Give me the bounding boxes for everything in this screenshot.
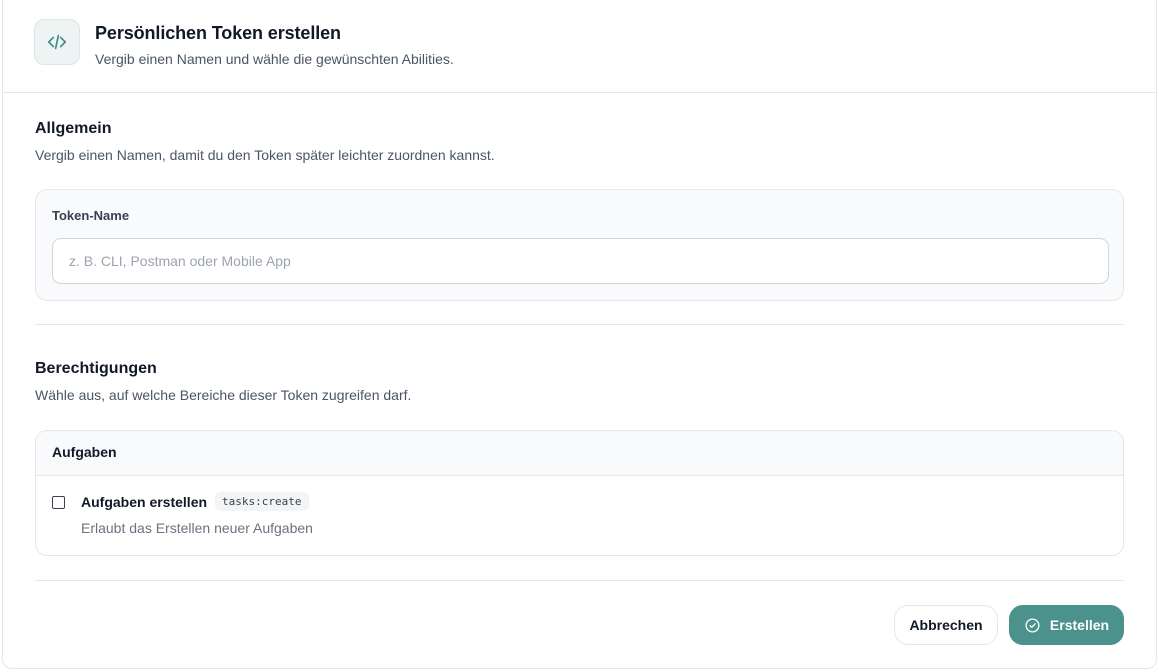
general-title: Allgemein [35,120,112,137]
create-button[interactable]: Erstellen [1009,605,1124,645]
cancel-button[interactable]: Abbrechen [894,605,998,645]
cancel-button-label: Abbrechen [909,617,983,633]
permissions-title: Berechtigungen [35,360,157,377]
code-icon [34,19,80,65]
permissions-subtitle: Wähle aus, auf welche Bereiche dieser To… [35,387,412,403]
dialog-footer: Abbrechen Erstellen [35,581,1124,645]
token-name-input[interactable] [52,238,1109,284]
create-button-label: Erstellen [1049,617,1110,633]
general-section: Allgemein Vergib einen Namen, damit du d… [35,93,1124,301]
general-subtitle: Vergib einen Namen, damit du den Token s… [35,147,495,163]
ability-item: Aufgaben erstellen tasks:create Erlaubt … [36,476,1123,536]
ability-description: Erlaubt das Erstellen neuer Aufgaben [81,520,313,536]
check-circle-icon [1024,617,1041,634]
ability-code-badge: tasks:create [215,492,309,511]
permission-group-title: Aufgaben [36,431,1123,476]
permissions-section: Berechtigungen Wähle aus, auf welche Ber… [35,325,1124,556]
dialog-title: Persönlichen Token erstellen [95,23,341,43]
token-name-label: Token-Name [52,208,130,223]
ability-checkbox[interactable] [52,496,65,509]
permission-group-aufgaben: Aufgaben Aufgaben erstellen tasks:create… [35,430,1124,556]
ability-name: Aufgaben erstellen [81,493,208,510]
create-token-dialog: Persönlichen Token erstellen Vergib eine… [2,0,1157,669]
token-name-field-box: Token-Name [35,189,1124,301]
dialog-header: Persönlichen Token erstellen Vergib eine… [3,0,1156,93]
dialog-subtitle: Vergib einen Namen und wähle die gewünsc… [95,51,454,67]
